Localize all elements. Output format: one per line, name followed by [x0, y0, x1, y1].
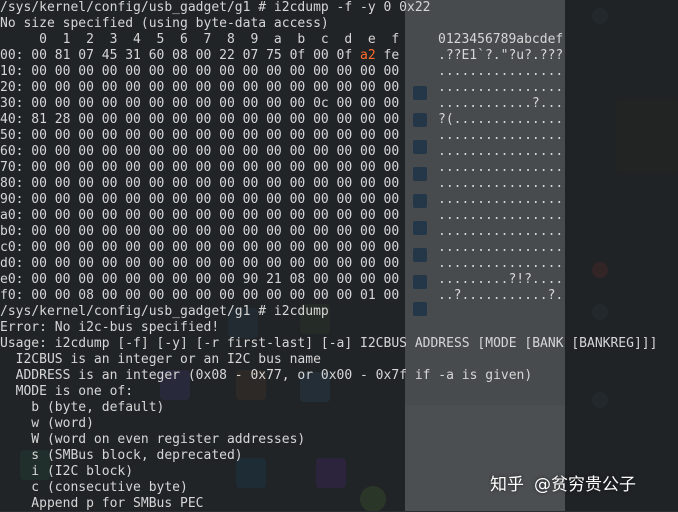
- terminal-line: c0: 00 00 00 00 00 00 00 00 00 00 00 00 …: [0, 240, 400, 255]
- ascii-row: .??E1`?."?u?.???: [438, 48, 564, 63]
- ascii-row: .........?!?....: [438, 272, 564, 287]
- terminal-line: 60: 00 00 00 00 00 00 00 00 00 00 00 00 …: [0, 144, 400, 159]
- terminal-line: f0: 00 00 08 00 00 00 00 00 00 00 00 00 …: [0, 288, 400, 303]
- terminal-line: Usage: i2cdump [-f] [-y] [-r first-last]…: [0, 336, 658, 351]
- ascii-row: ................: [438, 160, 564, 175]
- terminal-line: c (consecutive byte): [0, 480, 188, 495]
- terminal-line: Error: No i2c-bus specified!: [0, 320, 220, 335]
- ascii-row: ................: [438, 256, 564, 271]
- terminal-line: 80: 00 00 00 00 00 00 00 00 00 00 00 00 …: [0, 176, 400, 191]
- terminal-line: d0: 00 00 00 00 00 00 00 00 00 00 00 00 …: [0, 256, 400, 271]
- terminal-line: /sys/kernel/config/usb_gadget/g1 # i2cdu…: [0, 0, 431, 15]
- terminal-line: ADDRESS is an integer (0x08 - 0x77, or 0…: [0, 368, 533, 383]
- terminal-line: 10: 00 00 00 00 00 00 00 00 00 00 00 00 …: [0, 64, 400, 79]
- terminal-line: 30: 00 00 00 00 00 00 00 00 00 00 00 00 …: [0, 96, 400, 111]
- ascii-header: 0123456789abcdef: [438, 32, 564, 47]
- ascii-row: ................: [438, 192, 564, 207]
- terminal-line: MODE is one of:: [0, 384, 134, 399]
- watermark: 知乎 @贫穷贵公子: [490, 470, 646, 495]
- terminal-line: b (byte, default): [0, 400, 165, 415]
- terminal-line: 0 1 2 3 4 5 6 7 8 9 a b c d e f: [0, 32, 400, 47]
- terminal-line: 00: 00 81 07 45 31 60 08 00 22 07 75 0f …: [0, 48, 400, 63]
- terminal-line: b0: 00 00 00 00 00 00 00 00 00 00 00 00 …: [0, 224, 400, 239]
- terminal-line: W (word on even register addresses): [0, 432, 306, 447]
- ascii-row: ................: [438, 80, 564, 95]
- ascii-row: ................: [438, 240, 564, 255]
- ascii-row: ?(..............: [438, 112, 564, 127]
- terminal-window[interactable]: /sys/kernel/config/usb_gadget/g1 # i2cdu…: [0, 0, 678, 511]
- terminal-line: Append p for SMBus PEC: [0, 496, 204, 511]
- ascii-row: ................: [438, 144, 564, 159]
- terminal-line: w (word): [0, 416, 94, 431]
- terminal-line: I2CBUS is an integer or an I2C bus name: [0, 352, 321, 367]
- ascii-row: ................: [438, 224, 564, 239]
- ascii-row: ................: [438, 176, 564, 191]
- ascii-row: ............?...: [438, 96, 564, 111]
- terminal-line: /sys/kernel/config/usb_gadget/g1 # i2cdu…: [0, 304, 329, 319]
- watermark-brand: 知乎: [490, 475, 524, 495]
- terminal-line: a0: 00 00 00 00 00 00 00 00 00 00 00 00 …: [0, 208, 400, 223]
- terminal-line: 50: 00 00 00 00 00 00 00 00 00 00 00 00 …: [0, 128, 400, 143]
- ascii-row: ................: [438, 208, 564, 223]
- terminal-line: 40: 81 28 00 00 00 00 00 00 00 00 00 00 …: [0, 112, 400, 127]
- terminal-line: 70: 00 00 00 00 00 00 00 00 00 00 00 00 …: [0, 160, 400, 175]
- ascii-row: ................: [438, 128, 564, 143]
- terminal-line: 20: 00 00 00 00 00 00 00 00 00 00 00 00 …: [0, 80, 400, 95]
- terminal-line: i (I2C block): [0, 464, 134, 479]
- terminal-line: s (SMBus block, deprecated): [0, 448, 243, 463]
- ascii-row: ..?...........?.: [438, 288, 564, 303]
- watermark-author: @贫穷贵公子: [534, 475, 636, 495]
- highlighted-byte: a2: [360, 48, 376, 63]
- ascii-row: ................: [438, 64, 564, 79]
- terminal-line: e0: 00 00 00 00 00 00 00 00 00 90 21 08 …: [0, 272, 400, 287]
- terminal-line: No size specified (using byte-data acces…: [0, 16, 329, 31]
- terminal-line: 90: 00 00 00 00 00 00 00 00 00 00 00 00 …: [0, 192, 400, 207]
